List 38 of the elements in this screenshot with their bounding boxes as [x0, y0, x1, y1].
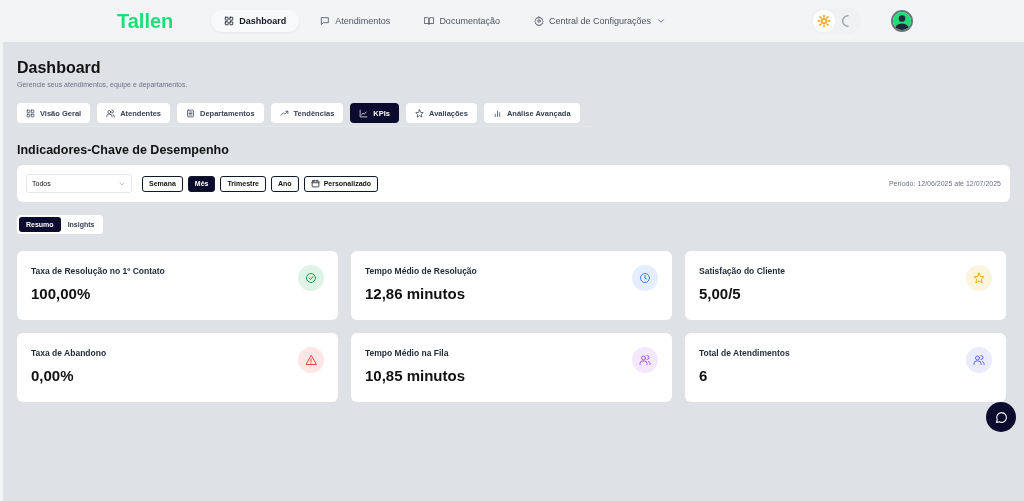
kpi-label: Total de Atendimentos: [699, 348, 790, 358]
nav-link[interactable]: Dashboard: [211, 10, 300, 32]
bar-chart-icon: [492, 108, 502, 118]
line-chart-icon: [359, 108, 369, 118]
star-icon: [415, 108, 424, 118]
kpi-label: Tempo Médio de Resolução: [365, 266, 477, 276]
kpi-label: Satisfação do Cliente: [699, 266, 785, 276]
nav-link[interactable]: Atendimentos: [307, 10, 404, 32]
calendar-icon: [310, 179, 320, 188]
kpi-value: 0,00%: [31, 367, 75, 384]
kpi-value: 100,00%: [31, 285, 92, 302]
kpi-value: 12,86 minutos: [365, 285, 467, 302]
clock-icon: [639, 272, 651, 284]
users-icon: [973, 354, 985, 366]
kpi-value: 10,85 minutos: [365, 367, 466, 384]
check-circle-icon: [305, 272, 317, 284]
kpi-label: Taxa de Resolução no 1º Contato: [31, 266, 165, 276]
warning-icon: [305, 354, 317, 366]
nav-link[interactable]: Central de Configurações: [520, 10, 679, 32]
kpi-label: Tempo Médio na Fila: [365, 348, 450, 358]
book-icon: [424, 16, 435, 26]
grid-icon: [26, 108, 35, 118]
users-icon: [106, 108, 116, 118]
nav-link[interactable]: Documentação: [411, 10, 513, 32]
trend-up-icon: [279, 108, 289, 118]
section-title: Indicadores-Chave de Desempenho: [17, 143, 230, 157]
kpi-value: 5,00/5: [699, 285, 742, 302]
sun-icon: [817, 14, 831, 28]
users-icon: [639, 354, 651, 366]
kpi-value: 6: [699, 367, 709, 384]
grid-icon: [224, 16, 235, 26]
star-icon: [973, 272, 985, 284]
building-icon: [186, 108, 195, 118]
chat-bubble-icon: [320, 16, 331, 26]
user-avatar[interactable]: [891, 10, 913, 32]
kpi-label: Taxa de Abandono: [31, 348, 107, 358]
page-title: Dashboard: [17, 59, 102, 77]
chat-bubble-icon: [994, 410, 1008, 424]
